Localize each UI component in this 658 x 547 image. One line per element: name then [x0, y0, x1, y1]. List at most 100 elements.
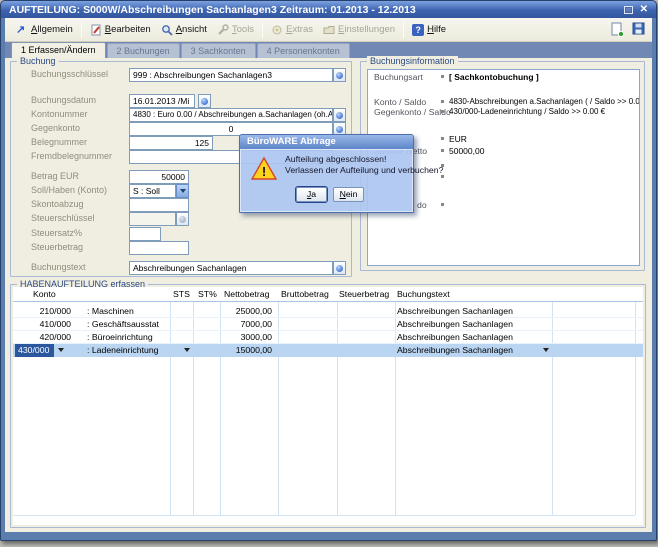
buchungsart-value: [ Sachkontobuchung ]: [449, 72, 539, 82]
menu-toolbar: ↗ Allgemein Bearbeiten Ansicht T: [5, 18, 652, 42]
waehrung-value: EUR: [449, 134, 467, 144]
buchungstext-cell: Abschreibungen Sachanlagen: [397, 319, 513, 329]
konto-cell: 410/000: [13, 319, 71, 329]
grid-line: [13, 515, 635, 516]
buchungsschluessel-field[interactable]: 999 : Abschreibungen Sachanlagen3: [129, 68, 333, 82]
titlebar[interactable]: AUFTEILUNG: S000W/Abschreibungen Sachanl…: [1, 1, 656, 18]
netto-cell: 7000,00: [220, 319, 272, 329]
konto-cell: 210/000: [13, 306, 71, 316]
fremdbelegnummer-label: Fremdbelegnummer: [31, 151, 112, 161]
kontonummer-field[interactable]: 4830 : Euro 0.00 / Abschreibungen a.Sach…: [129, 108, 333, 122]
sollhaben-dropdown-button[interactable]: [176, 184, 189, 198]
aufteilung-table: Konto STS ST% Nettobetrag Bruttobetrag S…: [13, 287, 643, 525]
col-steuerbetrag[interactable]: Steuerbetrag: [339, 289, 389, 299]
buchungstext-field[interactable]: Abschreibungen Sachanlagen: [129, 261, 333, 275]
table-row[interactable]: 210/000 : Maschinen 25000,00 Abschreibun…: [13, 305, 643, 318]
kontonummer-label: Kontonummer: [31, 109, 88, 119]
menu-item-extras: Extras: [266, 22, 318, 38]
betrag-field[interactable]: 50000: [129, 170, 189, 184]
bullet-icon: [441, 75, 444, 78]
buchungsdatum-label: Buchungsdatum: [31, 95, 96, 105]
summe-netto-value: 50000,00: [449, 146, 484, 156]
col-konto[interactable]: Konto: [33, 289, 56, 299]
tab-buchungen[interactable]: 2 Buchungen: [107, 43, 180, 58]
kontoname-cell: : Maschinen: [87, 306, 134, 316]
magnifier-icon: [161, 24, 173, 36]
gegenkonto-saldo-label: Gegenkonto / Saldo: [374, 107, 451, 117]
buchungstext-cell: Abschreibungen Sachanlagen: [397, 332, 513, 342]
dropdown-arrow-icon[interactable]: [184, 348, 190, 352]
sollhaben-field[interactable]: S : Soll: [129, 184, 176, 198]
netto-cell: 25000,00: [220, 306, 272, 316]
warning-icon: !: [251, 157, 277, 186]
belegnummer-field[interactable]: 125: [129, 136, 213, 150]
window-close-icon[interactable]: ✕: [640, 5, 648, 15]
no-button[interactable]: Nein: [333, 187, 364, 202]
yes-button[interactable]: Ja: [296, 187, 327, 202]
tab-sachkonten[interactable]: 3 Sachkonten: [181, 43, 256, 58]
col-buchungstext[interactable]: Buchungstext: [397, 289, 450, 299]
konto-saldo-label: Konto / Saldo: [374, 97, 426, 107]
col-nettobetrag[interactable]: Nettobetrag: [224, 289, 269, 299]
content-area: Buchung Buchungsschlüssel 999 : Abschrei…: [5, 58, 652, 532]
table-row[interactable]: 420/000 : Büroeinrichtung 3000,00 Abschr…: [13, 331, 643, 344]
save-icon[interactable]: [632, 22, 644, 34]
buchungsart-label: Buchungsart: [374, 72, 423, 82]
bullet-icon: [441, 100, 444, 103]
steuerschluessel-field: [129, 212, 176, 226]
kontoname-cell: : Büroeinrichtung: [87, 332, 153, 342]
sollhaben-label: Soll/Haben (Konto): [31, 185, 107, 195]
buchungsdatum-dropdown-button[interactable]: [198, 94, 211, 108]
new-document-icon[interactable]: [611, 22, 623, 34]
table-header: Konto STS ST% Nettobetrag Bruttobetrag S…: [13, 287, 643, 302]
habenaufteilung-groupbox: HABENAUFTEILUNG erfassen Konto STS ST% N…: [10, 284, 646, 528]
konto-edit-cell[interactable]: 430/000: [15, 344, 54, 357]
menu-item-bearbeiten[interactable]: Bearbeiten: [85, 22, 156, 38]
kontoname-cell: : Ladeneinrichtung: [87, 345, 159, 355]
dialog-message: Aufteilung abgeschlossen! Verlassen der …: [285, 154, 443, 175]
window-restore-icon[interactable]: [624, 6, 633, 14]
col-stprozent[interactable]: ST%: [198, 289, 217, 299]
svg-text:!: !: [262, 164, 266, 179]
menu-item-einstellungen: Einstellungen: [318, 22, 400, 38]
application-window: AUFTEILUNG: S000W/Abschreibungen Sachanl…: [0, 0, 657, 541]
table-row-selected[interactable]: 430/000 : Ladeneinrichtung 15000,00 Absc…: [13, 344, 643, 357]
window-body: ↗ Allgemein Bearbeiten Ansicht T: [5, 18, 652, 532]
wrench-icon: [217, 24, 229, 36]
partial-label: do: [417, 200, 427, 210]
dialog-message-line2: Verlassen der Aufteilung und verbuchen?: [285, 165, 443, 176]
dialog-message-line1: Aufteilung abgeschlossen!: [285, 154, 443, 165]
konto-saldo-value: 4830-Abschreibungen a.Sachanlagen ( / Sa…: [449, 97, 640, 106]
menu-item-allgemein[interactable]: ↗ Allgemein: [11, 22, 78, 38]
bullet-icon: [441, 149, 444, 152]
tab-strip: 1 Erfassen/Ändern 2 Buchungen 3 Sachkont…: [5, 42, 652, 58]
col-sts[interactable]: STS: [173, 289, 190, 299]
kontonummer-dropdown-button[interactable]: [333, 108, 346, 122]
skontoabzug-label: Skontoabzug: [31, 199, 84, 209]
steuerbetrag-label: Steuerbetrag: [31, 242, 83, 252]
help-icon: ?: [412, 24, 424, 36]
dropdown-arrow-icon[interactable]: [58, 348, 64, 352]
buchungstext-dropdown-button[interactable]: [333, 261, 346, 275]
toolbar-separator: [81, 22, 82, 38]
tab-personenkonten[interactable]: 4 Personenkonten: [257, 43, 350, 58]
steuersatz-label: Steuersatz%: [31, 228, 82, 238]
window-title: AUFTEILUNG: S000W/Abschreibungen Sachanl…: [9, 4, 624, 16]
table-row[interactable]: 410/000 : Geschäftsausstat 7000,00 Absch…: [13, 318, 643, 331]
steuersatz-field[interactable]: [129, 227, 161, 241]
netto-cell: 3000,00: [220, 332, 272, 342]
toolbar-separator: [403, 22, 404, 38]
skontoabzug-field[interactable]: [129, 198, 189, 212]
allgemein-arrow-icon: ↗: [16, 24, 28, 36]
bullet-icon: [441, 203, 444, 206]
dropdown-arrow-icon[interactable]: [543, 348, 549, 352]
menu-item-hilfe[interactable]: ? Hilfe: [407, 22, 451, 38]
bullet-icon: [441, 110, 444, 113]
menu-item-ansicht[interactable]: Ansicht: [156, 22, 212, 38]
buchungsschluessel-dropdown-button[interactable]: [333, 68, 346, 82]
steuerbetrag-field[interactable]: [129, 241, 189, 255]
bullet-icon: [441, 175, 444, 178]
dialog-titlebar[interactable]: BüroWARE Abfrage: [240, 135, 413, 149]
buchungsdatum-field[interactable]: 16.01.2013 /Mi: [129, 94, 195, 108]
col-bruttobetrag[interactable]: Bruttobetrag: [281, 289, 329, 299]
